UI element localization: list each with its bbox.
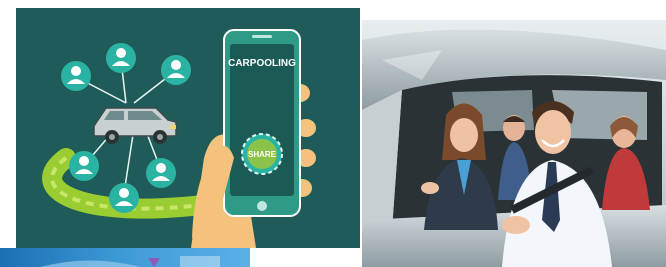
- carpooling-illustration: CARPOOLING SHARE: [16, 8, 360, 248]
- person-icon: [106, 43, 136, 73]
- phone-title: CARPOOLING: [228, 58, 296, 69]
- person-icon: [61, 61, 91, 91]
- carpool-photo: [362, 20, 666, 267]
- person-icon: [161, 55, 191, 85]
- illustration-svg: CARPOOLING SHARE: [16, 8, 360, 248]
- partial-image-strip: [0, 248, 250, 267]
- person-icon: [69, 151, 99, 181]
- strip-svg: [0, 248, 250, 267]
- person-icon: [109, 183, 139, 213]
- share-button: SHARE: [248, 150, 277, 159]
- person-icon: [146, 158, 176, 188]
- photo-svg: [362, 20, 666, 267]
